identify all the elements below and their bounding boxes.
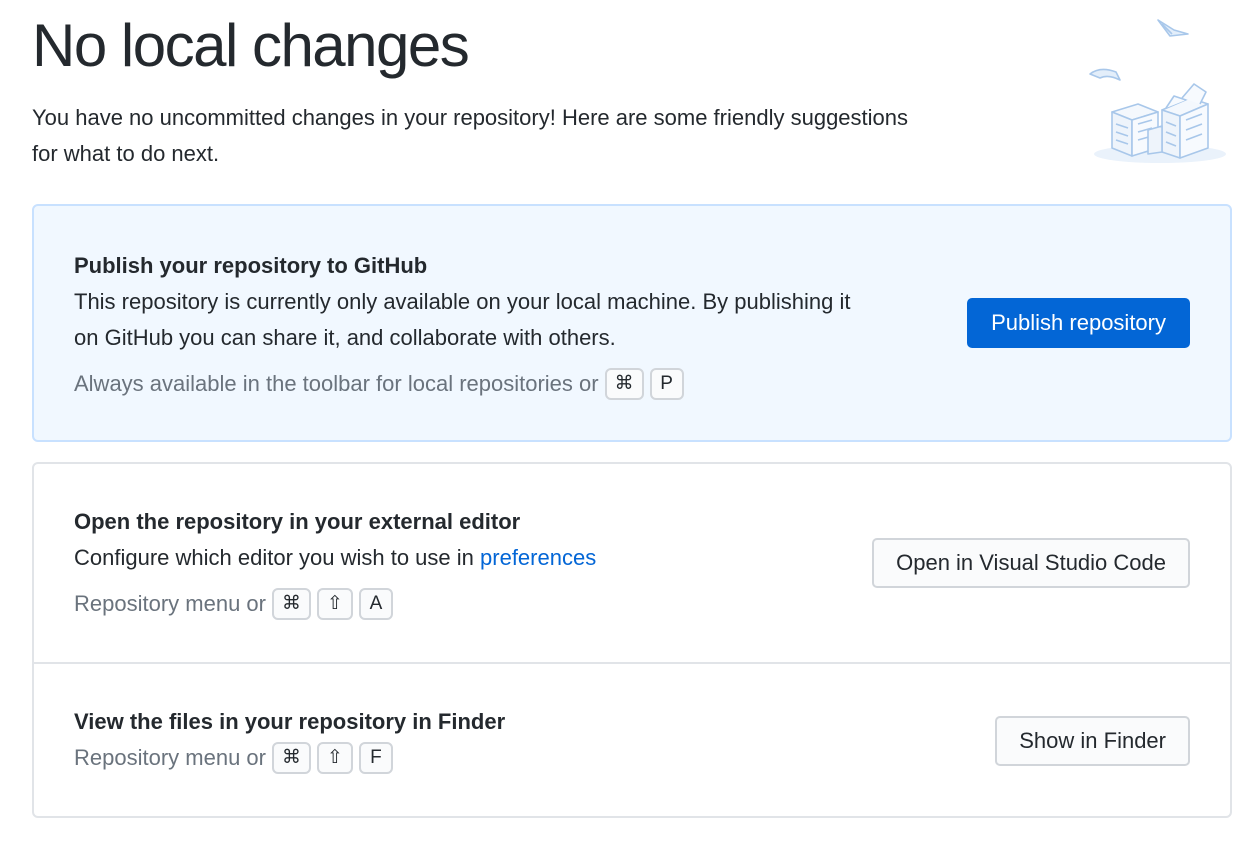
publish-repository-button[interactable]: Publish repository [967,298,1190,348]
command-key: ⌘ [604,368,644,400]
command-key: ⌘ [271,742,311,774]
publish-text: Publish your repository to GitHub This r… [74,248,874,402]
suggestions-card: Open the repository in your external edi… [32,462,1232,818]
empty-state-illustration [1082,12,1232,172]
show-in-finder-item: View the files in your repository in Fin… [34,664,1230,816]
open-editor-hint: Repository menu or ⌘ ⇧ A [74,586,596,622]
show-in-finder-text: View the files in your repository in Fin… [74,704,505,776]
header: No local changes You have no uncommitted… [32,10,1032,172]
publish-repository-card: Publish your repository to GitHub This r… [32,204,1232,442]
publish-title: Publish your repository to GitHub [74,253,428,278]
open-in-editor-button[interactable]: Open in Visual Studio Code [872,538,1190,588]
open-editor-hint-text: Repository menu or [74,591,266,616]
open-editor-item: Open the repository in your external edi… [34,464,1230,662]
show-in-finder-button[interactable]: Show in Finder [995,716,1190,766]
page-subtitle: You have no uncommitted changes in your … [32,105,909,166]
shift-key: ⇧ [316,588,353,620]
open-editor-description-text: Configure which editor you wish to use i… [74,545,474,570]
publish-hint: Always available in the toolbar for loca… [74,366,874,402]
open-editor-title: Open the repository in your external edi… [74,509,521,534]
page-title: No local changes [32,12,470,79]
show-in-finder-hint-text: Repository menu or [74,745,266,770]
command-key: ⌘ [271,588,311,620]
f-key: F [358,742,393,774]
show-in-finder-hint: Repository menu or ⌘ ⇧ F [74,740,505,776]
p-key: P [649,368,684,400]
preferences-link[interactable]: preferences [480,545,596,570]
publish-hint-text: Always available in the toolbar for loca… [74,371,599,396]
open-editor-description: Configure which editor you wish to use i… [74,540,596,576]
shift-key: ⇧ [316,742,353,774]
show-in-finder-title: View the files in your repository in Fin… [74,709,506,734]
publish-item: Publish your repository to GitHub This r… [34,206,1230,440]
publish-description: This repository is currently only availa… [74,289,851,350]
open-editor-text: Open the repository in your external edi… [74,504,596,622]
a-key: A [358,588,393,620]
